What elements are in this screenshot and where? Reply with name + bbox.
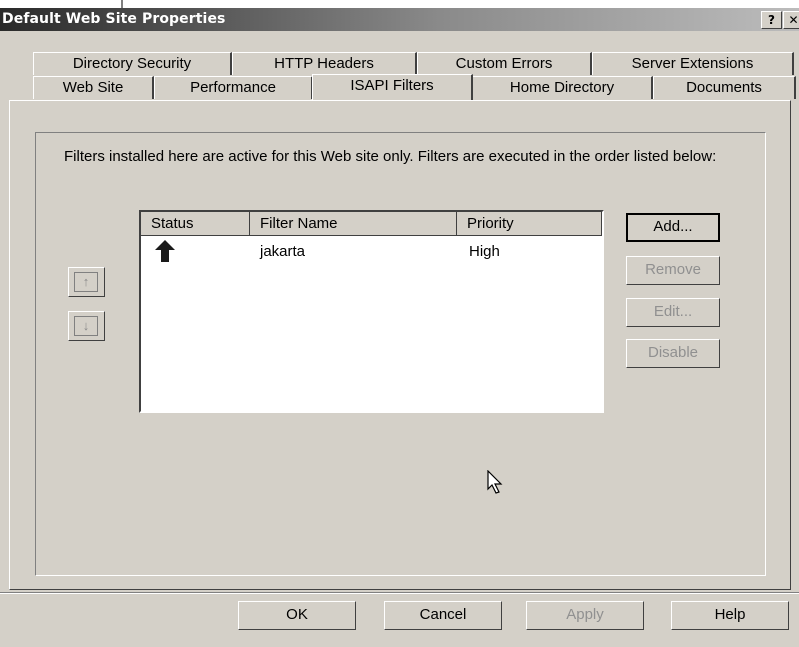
help-button[interactable]: Help bbox=[671, 601, 789, 630]
up-arrow-icon bbox=[155, 240, 175, 262]
move-up-button[interactable]: ↑ bbox=[68, 267, 105, 297]
properties-dialog: Default Web Site Properties ? ✕ Director… bbox=[0, 0, 799, 647]
tab-isapi-filters[interactable]: ISAPI Filters bbox=[312, 74, 473, 100]
tab-server-extensions[interactable]: Server Extensions bbox=[592, 52, 794, 75]
tab-web-site[interactable]: Web Site bbox=[33, 76, 154, 99]
cancel-button[interactable]: Cancel bbox=[384, 601, 502, 630]
remove-button[interactable]: Remove bbox=[626, 256, 720, 285]
filter-name-cell: jakarta bbox=[260, 243, 306, 260]
filters-description: Filters installed here are active for th… bbox=[64, 148, 717, 165]
tab-home-directory[interactable]: Home Directory bbox=[472, 76, 653, 99]
column-header-priority[interactable]: Priority bbox=[457, 212, 602, 236]
disable-button[interactable]: Disable bbox=[626, 339, 720, 368]
tab-performance[interactable]: Performance bbox=[154, 76, 313, 99]
title-bar: Default Web Site Properties ? ✕ bbox=[0, 8, 799, 31]
tab-directory-security[interactable]: Directory Security bbox=[33, 52, 232, 75]
apply-button[interactable]: Apply bbox=[526, 601, 644, 630]
column-header-filter-name[interactable]: Filter Name bbox=[250, 212, 457, 236]
add-button[interactable]: Add... bbox=[626, 213, 720, 242]
priority-cell: High bbox=[469, 243, 500, 260]
ok-button[interactable]: OK bbox=[238, 601, 356, 630]
close-titlebar-button[interactable]: ✕ bbox=[783, 11, 799, 29]
move-down-button[interactable]: ↓ bbox=[68, 311, 105, 341]
tab-custom-errors[interactable]: Custom Errors bbox=[417, 52, 592, 75]
filter-list[interactable]: Status Filter Name Priority jakarta High bbox=[139, 210, 604, 413]
column-header-status[interactable]: Status bbox=[141, 212, 250, 236]
help-titlebar-button[interactable]: ? bbox=[761, 11, 782, 29]
mouse-cursor-icon bbox=[487, 470, 503, 494]
tab-documents[interactable]: Documents bbox=[653, 76, 796, 99]
edit-button[interactable]: Edit... bbox=[626, 298, 720, 327]
tab-http-headers[interactable]: HTTP Headers bbox=[232, 52, 417, 75]
move-up-icon: ↑ bbox=[74, 272, 98, 292]
top-strip bbox=[0, 0, 799, 8]
move-down-icon: ↓ bbox=[74, 316, 98, 336]
window-title: Default Web Site Properties bbox=[2, 11, 226, 27]
